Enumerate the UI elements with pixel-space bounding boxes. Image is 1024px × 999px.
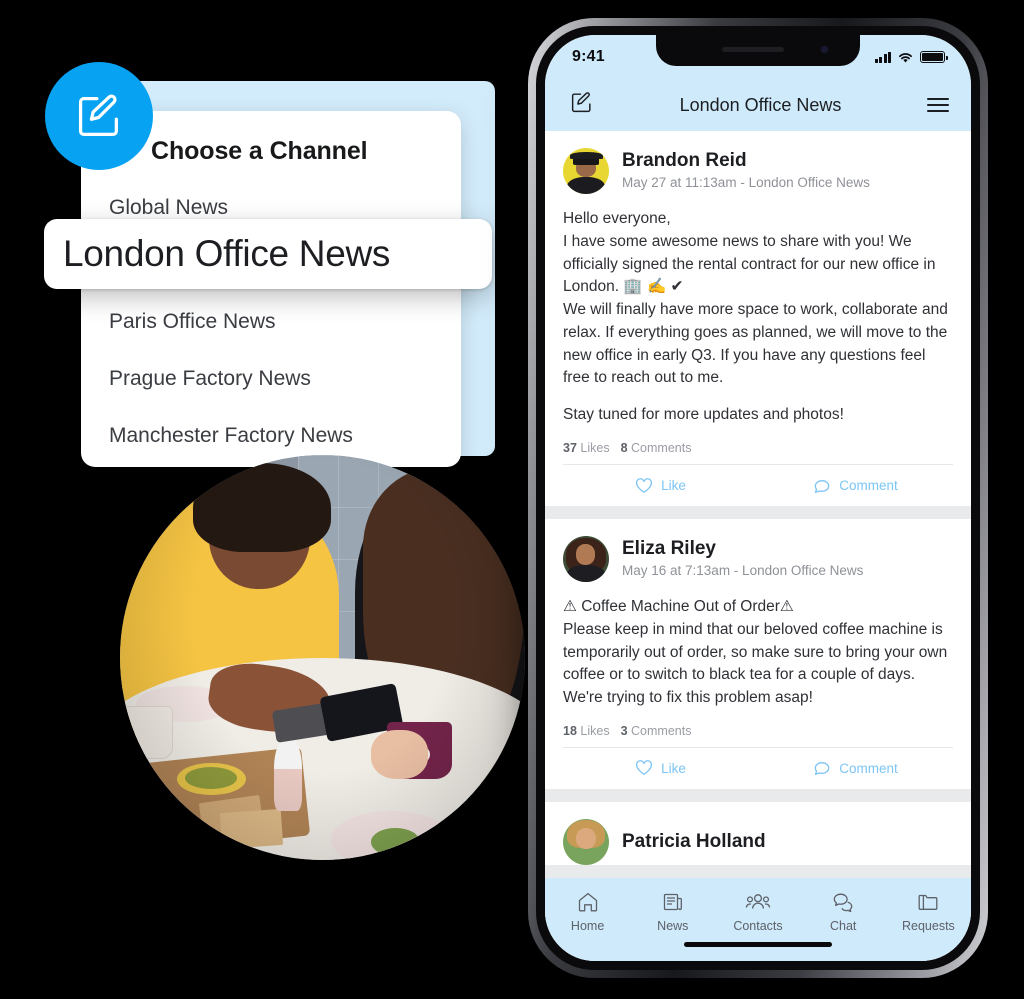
home-indicator[interactable] <box>684 942 832 947</box>
two-colleagues-looking-at-phone-photo <box>120 455 525 860</box>
tab-chat-label: Chat <box>830 919 857 933</box>
post-author-name[interactable]: Eliza Riley <box>622 538 863 560</box>
status-indicators <box>874 51 948 64</box>
wifi-icon <box>899 52 912 63</box>
post-line: ⚠ Coffee Machine Out of Order⚠ <box>563 598 794 616</box>
post-actions: Like Comment <box>563 746 953 789</box>
comment-button[interactable]: Comment <box>758 465 953 506</box>
comment-label: Comment <box>839 760 898 776</box>
like-button[interactable]: Like <box>563 465 758 506</box>
compose-edit-icon <box>571 92 591 113</box>
post-meta: May 16 at 7:13am - London Office News <box>622 562 864 578</box>
heart-icon <box>636 760 653 776</box>
nav-compose-button[interactable] <box>569 90 594 120</box>
like-button[interactable]: Like <box>563 748 758 789</box>
post-engagement-counts: 18 Likes 3 Comments <box>563 724 953 738</box>
post-line: Hello everyone, <box>563 210 671 227</box>
patricia-holland-avatar[interactable] <box>563 818 609 865</box>
tab-news[interactable]: News <box>630 890 715 933</box>
tab-home-label: Home <box>570 919 605 933</box>
brandon-reid-avatar[interactable] <box>563 148 609 194</box>
compose-edit-icon <box>78 94 118 137</box>
channel-item-paris-office-news[interactable]: Paris Office News <box>109 293 449 350</box>
post-item: Patricia Holland <box>545 801 971 865</box>
post-header: Brandon Reid May 27 at 11:13am - London … <box>563 148 953 194</box>
likes-count: 18 Likes <box>563 723 610 738</box>
post-engagement-counts: 37 Likes 8 Comments <box>563 441 953 455</box>
eliza-riley-avatar[interactable] <box>563 536 609 583</box>
choose-a-channel-title: Choose a Channel <box>151 137 368 165</box>
post-line-break <box>563 390 953 404</box>
nav-title: London Office News <box>679 94 842 115</box>
news-feed[interactable]: Brandon Reid May 27 at 11:13am - London … <box>545 131 971 961</box>
post-separator <box>545 788 971 802</box>
chat-icon <box>833 893 853 913</box>
home-icon <box>578 892 597 912</box>
app-nav-bar: London Office News <box>545 79 971 131</box>
front-camera <box>820 45 829 54</box>
comments-count: 3 Comments <box>620 723 692 738</box>
post-line: Please keep in mind that our beloved cof… <box>563 620 948 707</box>
hamburger-menu-icon[interactable] <box>926 97 949 113</box>
contacts-icon <box>745 894 771 909</box>
phone-screen: 9:41 London Office News Brandon Reid May… <box>545 35 971 961</box>
post-item: Eliza Riley May 16 at 7:13am - London Of… <box>545 519 971 789</box>
highlighted-channel-label: London Office News <box>63 233 391 274</box>
tab-requests-label: Requests <box>902 919 955 933</box>
post-actions: Like Comment <box>563 464 953 506</box>
device-notch <box>656 35 860 66</box>
requests-folder-icon <box>918 894 938 910</box>
highlighted-channel-chip[interactable]: London Office News <box>44 219 492 289</box>
like-label: Like <box>661 478 686 494</box>
tab-news-label: News <box>657 919 689 933</box>
earpiece-speaker <box>722 47 785 52</box>
bottom-tab-bar: Home News Contacts Chat Requests <box>545 878 971 961</box>
heart-icon <box>636 477 653 493</box>
tab-chat[interactable]: Chat <box>801 890 886 933</box>
news-icon <box>663 893 682 911</box>
tab-home[interactable]: Home <box>545 890 630 933</box>
post-body: ⚠ Coffee Machine Out of Order⚠ Please ke… <box>563 596 953 710</box>
post-separator <box>545 506 971 520</box>
channel-item-prague-factory-news[interactable]: Prague Factory News <box>109 350 449 407</box>
tab-contacts[interactable]: Contacts <box>715 890 800 933</box>
choose-a-channel-card: Choose a Channel Global News London Offi… <box>81 111 461 467</box>
comment-bubble-icon <box>814 479 830 493</box>
status-time: 9:41 <box>572 48 605 65</box>
post-header: Eliza Riley May 16 at 7:13am - London Of… <box>563 536 953 583</box>
post-item: Brandon Reid May 27 at 11:13am - London … <box>545 131 971 507</box>
post-line: Stay tuned for more updates and photos! <box>563 406 844 424</box>
post-header: Patricia Holland <box>563 818 953 865</box>
post-meta: May 27 at 11:13am - London Office News <box>622 174 870 190</box>
post-author-name[interactable]: Brandon Reid <box>622 150 870 172</box>
likes-count: 37 Likes <box>563 441 610 456</box>
comment-button[interactable]: Comment <box>758 748 953 789</box>
tab-contacts-label: Contacts <box>733 919 783 933</box>
tab-requests[interactable]: Requests <box>886 890 971 933</box>
comment-label: Comment <box>839 478 898 494</box>
post-line: We will finally have more space to work,… <box>563 301 948 387</box>
like-label: Like <box>661 760 686 776</box>
battery-full-icon <box>920 51 948 63</box>
post-line: I have some awesome news to share with y… <box>563 232 936 296</box>
cellular-signal-icon <box>874 51 891 63</box>
comment-bubble-icon <box>814 762 830 776</box>
post-body: Hello everyone, I have some awesome news… <box>563 208 953 427</box>
compose-fab-button[interactable] <box>45 62 153 170</box>
iphone-device-frame: 9:41 London Office News Brandon Reid May… <box>528 18 988 978</box>
comments-count: 8 Comments <box>620 441 692 456</box>
post-author-name[interactable]: Patricia Holland <box>622 831 766 853</box>
screenshot-stage: Choose a Channel Global News London Offi… <box>0 0 1024 999</box>
